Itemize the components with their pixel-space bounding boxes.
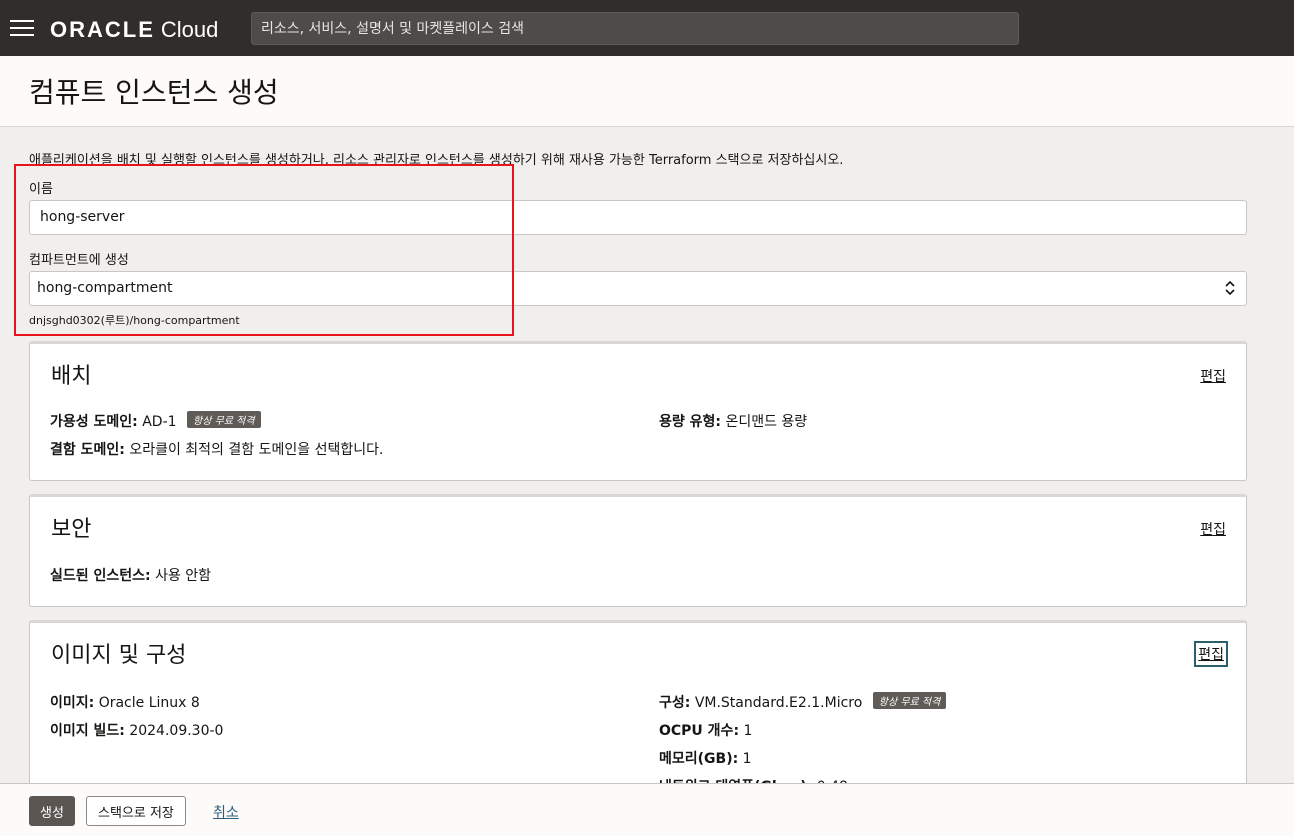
availability-domain-value: AD-1 xyxy=(142,414,177,430)
image-build: 이미지 빌드: 2024.09.30-0 xyxy=(50,720,223,740)
placement-title: 배치 xyxy=(51,364,92,389)
capacity-type-label: 용량 유형: xyxy=(659,414,721,430)
availability-domain: 가용성 도메인: AD-1 항상 무료 적격 xyxy=(50,411,261,431)
availability-domain-label: 가용성 도메인: xyxy=(50,414,138,430)
security-card: 보안 편집 실드된 인스턴스: 사용 안함 xyxy=(29,494,1247,607)
fault-domain-label: 결함 도메인: xyxy=(50,442,125,458)
name-input[interactable]: hong-server xyxy=(29,200,1247,235)
page-intro-text: 애플리케이션을 배치 및 실행할 인스턴스를 생성하거나, 리소스 관리자로 인… xyxy=(29,153,844,168)
fault-domain: 결함 도메인: 오라클이 최적의 결함 도메인을 선택합니다. xyxy=(50,439,383,459)
page-title: 컴퓨트 인스턴스 생성 xyxy=(29,76,279,109)
image-name-label: 이미지: xyxy=(50,695,95,711)
compartment-label: 컴파트먼트에 생성 xyxy=(29,253,129,268)
page-header: 컴퓨트 인스턴스 생성 xyxy=(0,56,1294,127)
always-free-badge: 항상 무료 적격 xyxy=(187,411,261,428)
action-footer: 생성 스택으로 저장 취소 xyxy=(0,783,1294,836)
compartment-path: dnjsghd0302(루트)/hong-compartment xyxy=(29,314,240,327)
save-as-stack-button[interactable]: 스택으로 저장 xyxy=(86,796,186,826)
image-name: 이미지: Oracle Linux 8 xyxy=(50,692,200,712)
name-label: 이름 xyxy=(29,182,53,197)
logo-cloud-text: Cloud xyxy=(160,17,219,42)
shape-value: VM.Standard.E2.1.Micro xyxy=(694,695,863,711)
memory-value: 1 xyxy=(742,751,752,767)
ocpu-count-label: OCPU 개수: xyxy=(659,723,740,739)
security-edit-link[interactable]: 편집 xyxy=(1200,519,1226,539)
shape: 구성: VM.Standard.E2.1.Micro 항상 무료 적격 xyxy=(659,692,947,712)
oracle-cloud-logo[interactable]: ORACLE Cloud xyxy=(50,17,218,43)
name-input-value: hong-server xyxy=(40,209,125,225)
select-chevron-icon xyxy=(1225,280,1235,296)
security-title: 보안 xyxy=(51,517,92,542)
top-navigation-bar: ORACLE Cloud xyxy=(0,0,1294,56)
image-name-value: Oracle Linux 8 xyxy=(98,695,200,711)
create-button[interactable]: 생성 xyxy=(29,796,75,826)
ocpu-count-value: 1 xyxy=(743,723,753,739)
cancel-link[interactable]: 취소 xyxy=(213,802,239,822)
placement-edit-link[interactable]: 편집 xyxy=(1200,366,1226,386)
hamburger-menu-icon[interactable] xyxy=(10,20,34,36)
capacity-type: 용량 유형: 온디맨드 용량 xyxy=(659,411,807,431)
memory: 메모리(GB): 1 xyxy=(659,748,752,768)
image-edit-link[interactable]: 편집 xyxy=(1194,641,1228,667)
image-shape-title: 이미지 및 구성 xyxy=(51,643,187,668)
memory-label: 메모리(GB): xyxy=(659,751,739,767)
capacity-type-value: 온디맨드 용량 xyxy=(725,414,808,430)
shielded-instance: 실드된 인스턴스: 사용 안함 xyxy=(50,565,211,585)
compartment-select-value: hong-compartment xyxy=(37,280,173,296)
ocpu-count: OCPU 개수: 1 xyxy=(659,720,752,740)
image-build-label: 이미지 빌드: xyxy=(50,723,125,739)
shape-label: 구성: xyxy=(659,695,691,711)
compartment-select[interactable]: hong-compartment xyxy=(29,271,1247,306)
always-free-badge: 항상 무료 적격 xyxy=(872,692,947,709)
shielded-instance-label: 실드된 인스턴스: xyxy=(50,568,151,584)
logo-oracle-text: ORACLE xyxy=(50,17,155,42)
fault-domain-value: 오라클이 최적의 결함 도메인을 선택합니다. xyxy=(129,442,384,458)
global-search-input[interactable] xyxy=(251,12,1019,45)
placement-card: 배치 편집 가용성 도메인: AD-1 항상 무료 적격 용량 유형: 온디맨드… xyxy=(29,341,1247,481)
shielded-instance-value: 사용 안함 xyxy=(155,568,212,584)
image-build-value: 2024.09.30-0 xyxy=(129,723,224,739)
